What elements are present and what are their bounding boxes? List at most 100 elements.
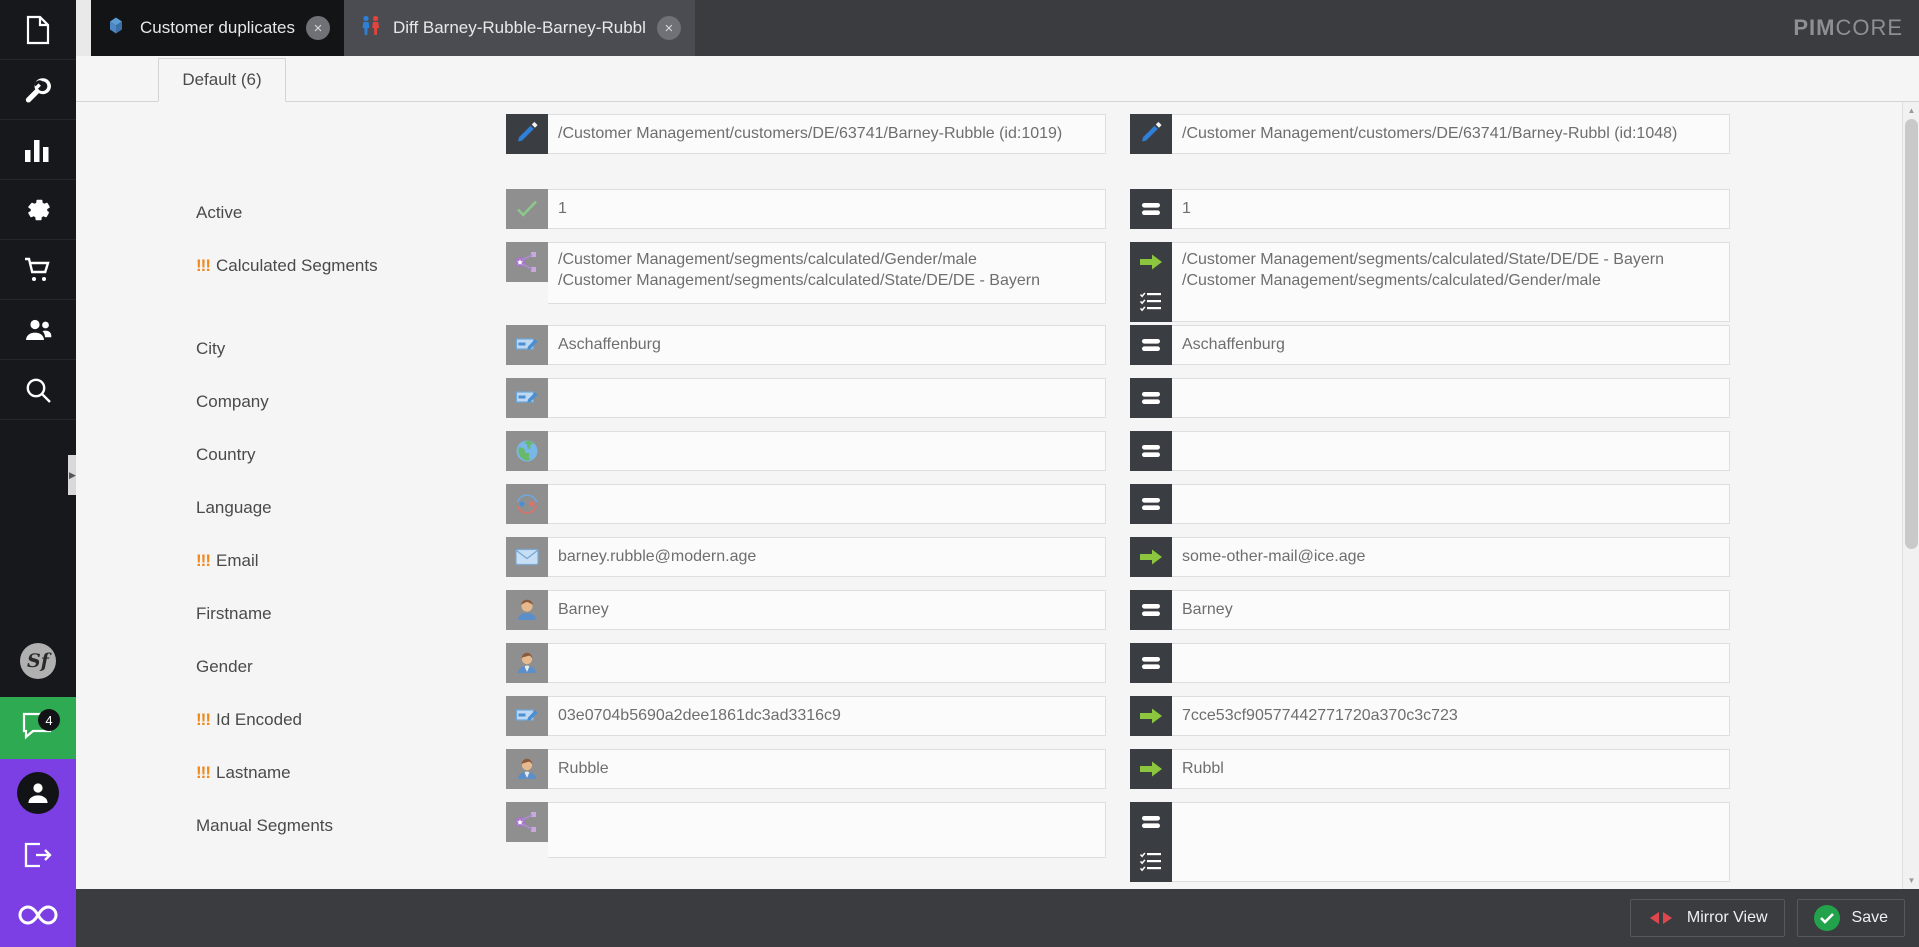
diff-row: !!! Lastname Rubble Rubbl bbox=[76, 749, 1919, 801]
text-input-icon[interactable] bbox=[506, 696, 548, 736]
text-input-icon[interactable] bbox=[506, 378, 548, 418]
globe-icon[interactable] bbox=[506, 431, 548, 471]
diff-value-right[interactable] bbox=[1172, 643, 1730, 683]
diff-value-right[interactable]: 1 bbox=[1172, 189, 1730, 229]
mirror-view-button[interactable]: Mirror View bbox=[1629, 899, 1785, 937]
diff-value-right[interactable] bbox=[1172, 484, 1730, 524]
envelope-icon[interactable] bbox=[506, 537, 548, 577]
checklist-icon[interactable] bbox=[1130, 842, 1172, 882]
diff-row-label-text: Calculated Segments bbox=[215, 256, 378, 275]
diff-value-right[interactable]: Aschaffenburg bbox=[1172, 325, 1730, 365]
changed-marker-icon: !!! bbox=[196, 256, 211, 275]
pencil-icon[interactable] bbox=[1130, 114, 1172, 154]
checklist-icon[interactable] bbox=[1130, 282, 1172, 322]
tab-diff-barney[interactable]: Diff Barney-Rubble-Barney-Rubbl × bbox=[343, 0, 695, 56]
pencil-icon[interactable] bbox=[506, 114, 548, 154]
diff-value-right[interactable]: Barney bbox=[1172, 590, 1730, 630]
share-nodes-icon[interactable] bbox=[506, 242, 548, 282]
scroll-down-arrow[interactable]: ▼ bbox=[1903, 872, 1919, 889]
left-sidebar: Sf 4 ▶ bbox=[0, 0, 77, 947]
scroll-up-arrow[interactable]: ▲ bbox=[1903, 102, 1919, 119]
sidebar-item-search[interactable] bbox=[0, 360, 76, 420]
sidebar-item-customers[interactable] bbox=[0, 300, 76, 360]
green-arrow-icon[interactable] bbox=[1130, 749, 1172, 789]
diff-value-left[interactable]: Barney bbox=[548, 590, 1106, 630]
vertical-scrollbar[interactable]: ▲ ▼ bbox=[1902, 102, 1919, 889]
sidebar-item-infinity[interactable] bbox=[0, 887, 76, 947]
person-male-icon[interactable] bbox=[506, 749, 548, 789]
green-arrow-icon[interactable] bbox=[1130, 537, 1172, 577]
sidebar-item-reports[interactable] bbox=[0, 120, 76, 180]
scrollbar-thumb[interactable] bbox=[1905, 119, 1918, 549]
diff-cell-left: barney.rubble@modern.age bbox=[506, 537, 1106, 577]
equals-icon[interactable] bbox=[1130, 431, 1172, 471]
diff-value-right[interactable]: /Customer Management/customers/DE/63741/… bbox=[1172, 114, 1730, 154]
sidebar-item-symfony[interactable]: Sf bbox=[0, 625, 76, 697]
diff-cell-right: 7cce53cf90577442771720a370c3c723 bbox=[1130, 696, 1730, 736]
diff-row-label-text: Country bbox=[196, 445, 256, 464]
chat-badge: 4 bbox=[38, 709, 60, 731]
diff-value-right[interactable] bbox=[1172, 378, 1730, 418]
sidebar-item-user[interactable] bbox=[0, 759, 76, 827]
diff-value-right[interactable]: Rubbl bbox=[1172, 749, 1730, 789]
symfony-icon: Sf bbox=[20, 643, 56, 679]
diff-value-left[interactable]: 1 bbox=[548, 189, 1106, 229]
tab-default[interactable]: Default (6) bbox=[158, 58, 286, 102]
equals-icon[interactable] bbox=[1130, 484, 1172, 524]
equals-icon[interactable] bbox=[1130, 325, 1172, 365]
diff-row-label: !!! Email bbox=[76, 537, 506, 571]
diff-value-left[interactable] bbox=[548, 484, 1106, 524]
language-icon[interactable] bbox=[506, 484, 548, 524]
diff-value-right[interactable] bbox=[1172, 431, 1730, 471]
diff-value-left[interactable] bbox=[548, 643, 1106, 683]
diff-value-right[interactable]: /Customer Management/segments/calculated… bbox=[1172, 242, 1730, 322]
check-icon[interactable] bbox=[506, 189, 548, 229]
diff-value-left[interactable]: Aschaffenburg bbox=[548, 325, 1106, 365]
person-male-icon[interactable] bbox=[506, 643, 548, 683]
green-arrow-icon[interactable] bbox=[1130, 696, 1172, 736]
diff-value-left[interactable] bbox=[548, 802, 1106, 858]
green-arrow-icon[interactable] bbox=[1130, 242, 1172, 282]
diff-cell-right: /Customer Management/segments/calculated… bbox=[1130, 242, 1730, 322]
diff-cell-left bbox=[506, 802, 1106, 858]
diff-cell-left: Aschaffenburg bbox=[506, 325, 1106, 365]
equals-icon[interactable] bbox=[1130, 802, 1172, 842]
chevron-right-icon: ▶ bbox=[69, 469, 76, 480]
close-icon[interactable]: × bbox=[305, 16, 330, 40]
equals-icon[interactable] bbox=[1130, 378, 1172, 418]
sidebar-item-file[interactable] bbox=[0, 0, 76, 60]
diff-value-left[interactable]: Rubble bbox=[548, 749, 1106, 789]
bar-chart-icon bbox=[24, 138, 52, 162]
diff-value-left[interactable]: 03e0704b5690a2dee1861dc3ad3316c9 bbox=[548, 696, 1106, 736]
diff-value-right[interactable]: some-other-mail@ice.age bbox=[1172, 537, 1730, 577]
diff-header-row: /Customer Management/customers/DE/63741/… bbox=[76, 114, 1919, 166]
diff-row-label: Firstname bbox=[76, 590, 506, 624]
sidebar-item-chat[interactable]: 4 bbox=[0, 697, 76, 759]
diff-cell-left: /Customer Management/segments/calculated… bbox=[506, 242, 1106, 304]
person-female-icon[interactable] bbox=[506, 590, 548, 630]
equals-icon[interactable] bbox=[1130, 643, 1172, 683]
save-button[interactable]: Save bbox=[1796, 899, 1905, 937]
diff-value-left[interactable]: /Customer Management/customers/DE/63741/… bbox=[548, 114, 1106, 154]
equals-icon[interactable] bbox=[1130, 189, 1172, 229]
sidebar-item-ecommerce[interactable] bbox=[0, 240, 76, 300]
diff-value-left[interactable]: /Customer Management/segments/calculated… bbox=[548, 242, 1106, 304]
sidebar-item-logout[interactable] bbox=[0, 827, 76, 887]
diff-value-right[interactable]: 7cce53cf90577442771720a370c3c723 bbox=[1172, 696, 1730, 736]
text-input-icon[interactable] bbox=[506, 325, 548, 365]
diff-value-line: /Customer Management/segments/calculated… bbox=[558, 272, 1040, 289]
share-nodes-icon[interactable] bbox=[506, 802, 548, 842]
mirror-arrows-icon bbox=[1647, 911, 1675, 925]
diff-cell-right: Aschaffenburg bbox=[1130, 325, 1730, 365]
equals-icon[interactable] bbox=[1130, 590, 1172, 630]
sidebar-item-tools[interactable] bbox=[0, 60, 76, 120]
diff-value-left[interactable] bbox=[548, 431, 1106, 471]
close-icon[interactable]: × bbox=[656, 16, 681, 40]
sidebar-item-settings[interactable] bbox=[0, 180, 76, 240]
diff-value-left[interactable]: barney.rubble@modern.age bbox=[548, 537, 1106, 577]
diff-value-right[interactable] bbox=[1172, 802, 1730, 882]
diff-value-left[interactable] bbox=[548, 378, 1106, 418]
users-icon bbox=[23, 318, 53, 342]
diff-rows: /Customer Management/customers/DE/63741/… bbox=[76, 102, 1919, 884]
tab-customer-duplicates[interactable]: Customer duplicates × bbox=[91, 0, 344, 56]
